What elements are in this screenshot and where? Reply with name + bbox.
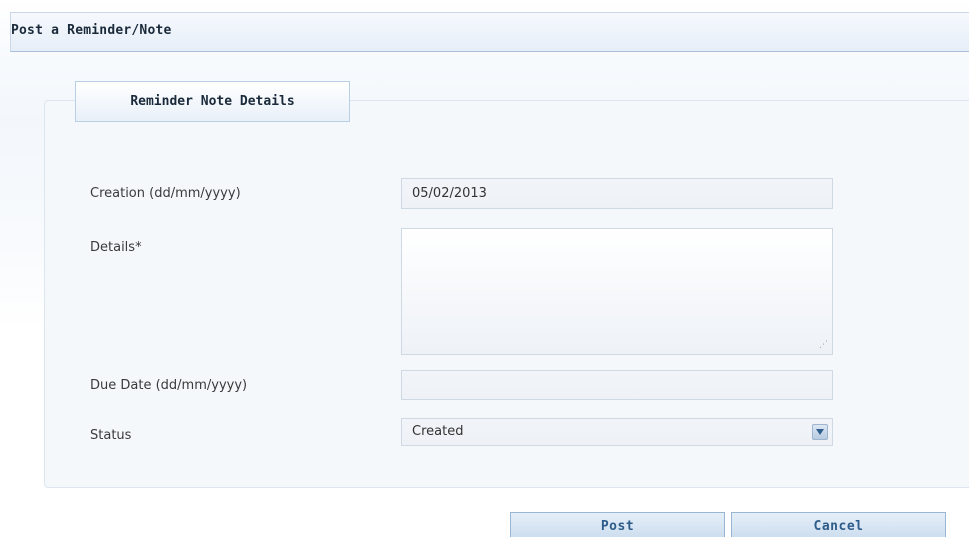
title-bar: Post a Reminder/Note — [10, 12, 969, 52]
creation-label: Creation (dd/mm/yyyy) — [90, 186, 241, 201]
page: Post a Reminder/Note Reminder Note Detai… — [0, 0, 969, 537]
page-title: Post a Reminder/Note — [11, 23, 172, 38]
due-date-label: Due Date (dd/mm/yyyy) — [90, 378, 248, 393]
cancel-button[interactable]: Cancel — [731, 512, 946, 537]
details-label: Details* — [90, 240, 142, 255]
status-selected-value: Created — [412, 424, 464, 439]
chevron-down-icon[interactable] — [812, 424, 828, 440]
details-textarea[interactable]: ⋰ — [401, 228, 833, 355]
status-label: Status — [90, 428, 132, 443]
post-button[interactable]: Post — [510, 512, 725, 537]
status-select[interactable]: Created — [401, 418, 833, 446]
due-date-field[interactable] — [401, 370, 833, 400]
section-tab: Reminder Note Details — [75, 81, 350, 122]
resize-grip-icon[interactable]: ⋰ — [818, 340, 828, 350]
creation-date-field[interactable]: 05/02/2013 — [401, 178, 833, 209]
section-tab-label: Reminder Note Details — [130, 94, 295, 109]
